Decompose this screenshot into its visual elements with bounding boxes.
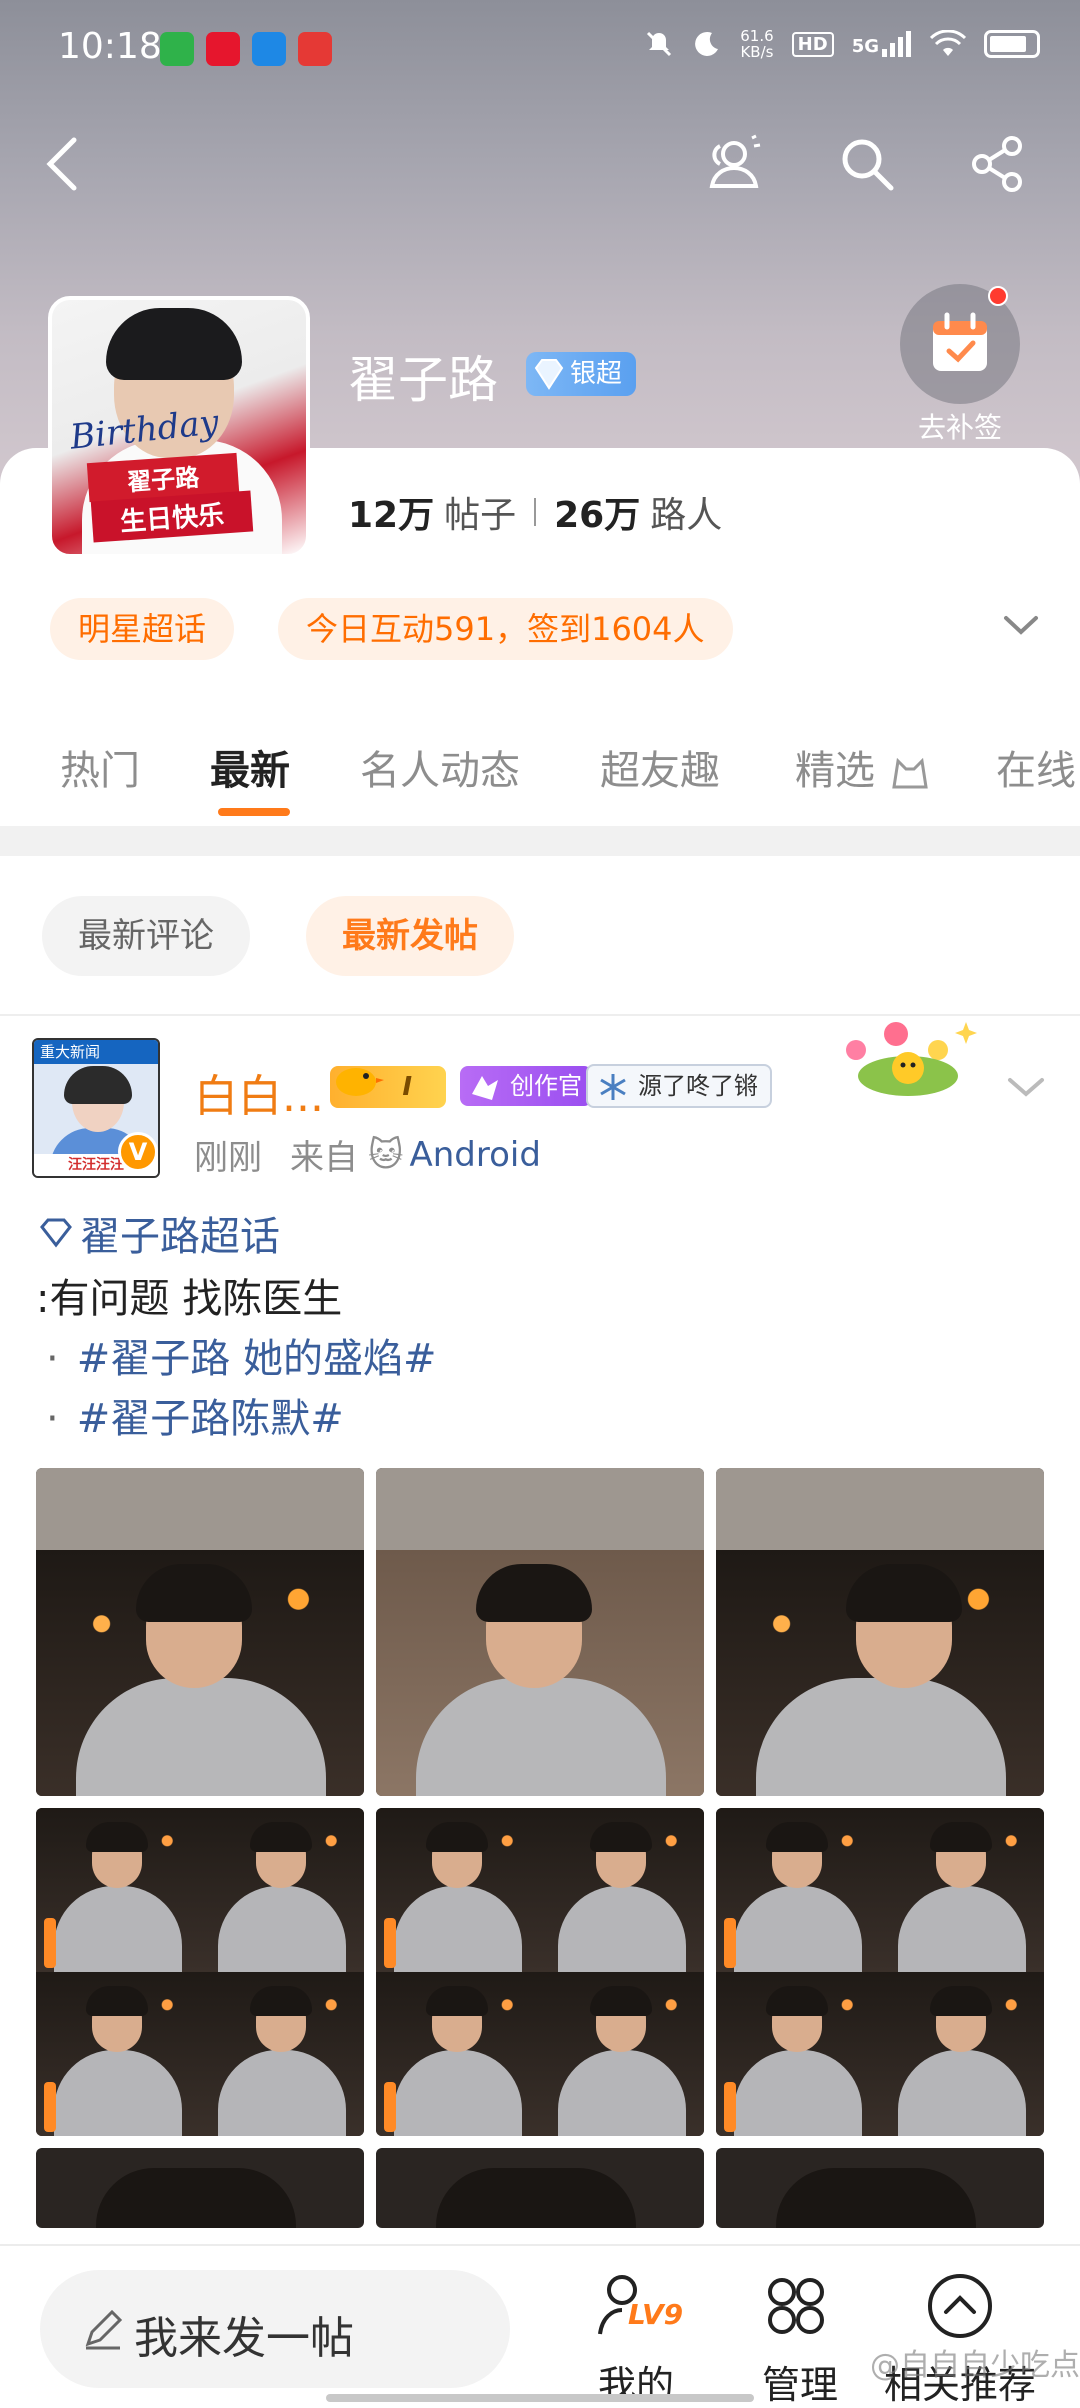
share-icon[interactable] <box>966 132 1030 196</box>
tab-active-indicator <box>218 808 290 816</box>
status-time: 10:18 <box>58 26 162 67</box>
creator-badge[interactable]: 创作官 <box>460 1066 592 1106</box>
bottom-tab-mine[interactable]: LV9 我的 <box>566 2262 706 2407</box>
snowflake-icon <box>600 1074 626 1100</box>
diamond-icon <box>534 359 564 390</box>
visitors-label: 路人 <box>650 495 723 536</box>
post-image-6[interactable] <box>716 1808 1044 2136</box>
featured-cat-icon <box>891 757 928 789</box>
topic-avatar[interactable]: Birthday 翟子路 生日快乐 <box>48 296 310 558</box>
post-hashtag-line-2: · #翟子路陈默# <box>46 1396 344 1442</box>
post-text: :有问题 找陈医生 <box>36 1276 343 1322</box>
tab-hot[interactable]: 热门 <box>60 738 140 796</box>
post-image-5[interactable] <box>376 1808 704 2136</box>
posts-count: 12万 <box>348 495 435 536</box>
category-chip[interactable]: 明星超话 <box>50 598 235 660</box>
post-options-chevron-icon[interactable] <box>1002 1070 1050 1106</box>
network-speed: 61.6 KB/s <box>740 27 774 61</box>
signal-indicator: 5G <box>852 31 912 57</box>
status-indicators: 61.6 KB/s HD 5G <box>644 28 1040 60</box>
weibo-notification-icon <box>206 32 240 66</box>
status-app-icons <box>160 32 332 66</box>
post-meta: 刚刚 来自 🐱 Android <box>194 1130 541 1179</box>
post-image-7[interactable] <box>36 2148 364 2228</box>
level-badge-lv9: LV9 <box>628 2298 684 2331</box>
topic-stats: 12万 帖子 26万 路人 <box>348 486 722 538</box>
post-hashtag-line-1: · #翟子路 她的盛焰# <box>46 1336 437 1382</box>
fan-badge[interactable]: 源了咚了锵 <box>586 1064 772 1108</box>
tab-latest[interactable]: 最新 <box>210 738 290 796</box>
watermark: @自自自少吃点 <box>870 2348 1080 2383</box>
battery-icon <box>984 30 1040 58</box>
filter-latest-comment[interactable]: 最新评论 <box>42 896 250 976</box>
checkin-label[interactable]: 去补签 <box>896 406 1024 446</box>
post-topic-link[interactable]: 翟子路超话 <box>36 1204 280 1262</box>
bird-icon <box>336 1068 384 1096</box>
post-image-4[interactable] <box>36 1808 364 2136</box>
bottom-tab-manage[interactable]: 管理 <box>730 2262 870 2407</box>
hd-indicator: HD <box>791 31 834 57</box>
calendar-check-icon <box>933 312 987 371</box>
verified-badge-icon: V <box>118 1132 158 1172</box>
creator-icon <box>472 1076 498 1100</box>
tab-featured[interactable]: 精选 <box>795 738 932 796</box>
home-indicator[interactable] <box>326 2394 754 2402</box>
chevron-up-circle-icon <box>928 2274 992 2338</box>
checkin-notification-dot <box>988 286 1008 306</box>
activity-chip[interactable]: 今日互动591，签到1604人 <box>278 598 733 660</box>
diamond-outline-icon <box>40 1218 72 1248</box>
posts-label: 帖子 <box>444 495 517 536</box>
post-time: 刚刚 <box>194 1138 262 1178</box>
post-source-prefix: 来自 <box>290 1138 358 1178</box>
post-device: Android <box>409 1134 541 1175</box>
section-divider <box>0 826 1080 856</box>
hashtag-2[interactable]: #翟子路陈默# <box>77 1396 344 1442</box>
compose-placeholder[interactable]: 我来发一帖 <box>134 2302 354 2366</box>
post-image-1[interactable] <box>36 1468 364 1796</box>
cat-icon: 🐱 <box>368 1134 404 1175</box>
app-notification-icon <box>160 32 194 66</box>
visitors-count: 26万 <box>554 495 641 536</box>
status-bar: 10:18 61.6 KB/s HD 5G <box>0 0 1080 96</box>
play-notification-icon <box>252 32 286 66</box>
search-icon[interactable] <box>835 132 899 196</box>
post-image-9[interactable] <box>716 2148 1044 2228</box>
news-notification-icon <box>298 32 332 66</box>
stats-separator <box>534 498 537 526</box>
members-icon[interactable] <box>700 132 764 196</box>
flower-sticker-icon <box>846 1022 977 1096</box>
post-username[interactable]: 白白... <box>194 1060 324 1124</box>
signal-bars-icon <box>882 31 911 57</box>
post-image-2[interactable] <box>376 1468 704 1796</box>
hashtag-1[interactable]: #翟子路 她的盛焰# <box>77 1336 437 1382</box>
tab-celebrity[interactable]: 名人动态 <box>360 738 520 796</box>
filter-latest-post[interactable]: 最新发帖 <box>306 896 514 976</box>
post-image-8[interactable] <box>376 2148 704 2228</box>
mute-icon <box>647 31 672 57</box>
pen-icon <box>85 2309 123 2350</box>
back-button[interactable] <box>30 132 94 196</box>
moon-icon <box>695 31 719 56</box>
post-image-3[interactable] <box>716 1468 1044 1796</box>
tab-online[interactable]: 在线 <box>996 738 1076 796</box>
silver-badge[interactable]: 银超 <box>526 352 637 396</box>
topic-title: 翟子路 <box>348 351 498 409</box>
wifi-icon <box>930 30 966 56</box>
grid-icon <box>768 2278 824 2334</box>
tab-fun[interactable]: 超友趣 <box>600 738 720 796</box>
chevron-down-icon[interactable] <box>996 606 1046 646</box>
